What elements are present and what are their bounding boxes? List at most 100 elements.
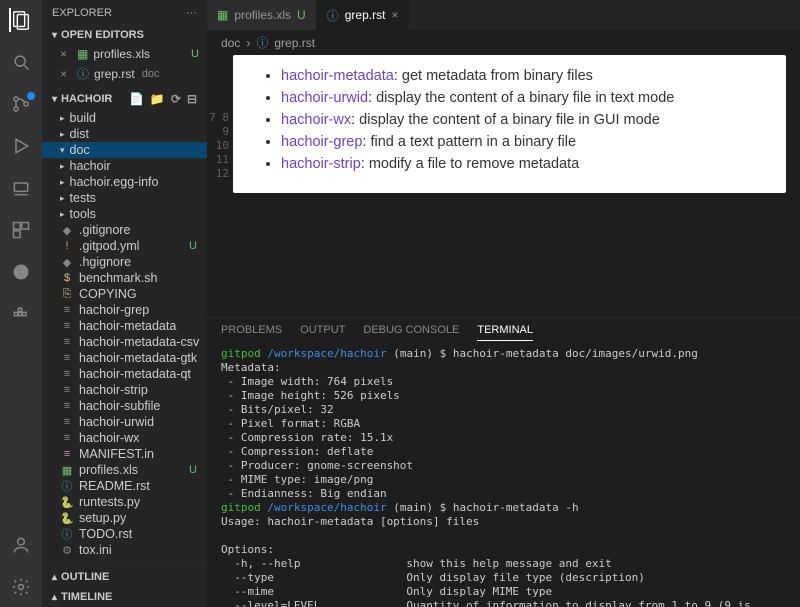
file-item[interactable]: 🐍runtests.py bbox=[42, 494, 207, 510]
panel-tab-output[interactable]: OUTPUT bbox=[300, 324, 345, 341]
file-name: hachoir-metadata-csv bbox=[79, 335, 199, 349]
close-icon[interactable]: × bbox=[60, 67, 72, 81]
open-editor-item[interactable]: × ⓘ grep.rst doc bbox=[42, 63, 207, 84]
file-icon: ▦ bbox=[60, 463, 74, 477]
scm-badge bbox=[27, 92, 35, 100]
explorer-more-icon[interactable]: ⋯ bbox=[186, 6, 197, 19]
account-icon[interactable] bbox=[9, 533, 33, 557]
timeline-section[interactable]: ▸ TIMELINE bbox=[42, 587, 207, 607]
settings-gear-icon[interactable] bbox=[9, 575, 33, 599]
source-control-icon[interactable] bbox=[9, 92, 33, 116]
file-icon: ◆ bbox=[60, 255, 74, 269]
file-icon: ≡ bbox=[60, 319, 74, 333]
file-item[interactable]: ⚙tox.ini bbox=[42, 542, 207, 558]
file-icon: ⓘ bbox=[327, 7, 339, 24]
collapse-icon[interactable]: ⊟ bbox=[187, 92, 197, 106]
search-icon[interactable] bbox=[9, 50, 33, 74]
project-section-header[interactable]: ▾ HACHOIR 📄 📁 ⟳ ⊟ bbox=[42, 88, 207, 110]
doc-text: : modify a file to remove metadata bbox=[361, 156, 579, 172]
tabs-bar: ▦profiles.xlsU ⓘ grep.rst × bbox=[207, 0, 800, 30]
open-editor-item[interactable]: × ▦ profiles.xls U bbox=[42, 45, 207, 63]
file-item[interactable]: ⎘COPYING bbox=[42, 286, 207, 302]
main-editor-area: ▦profiles.xlsU ⓘ grep.rst × doc › ⓘ grep.rs… bbox=[207, 0, 800, 607]
breadcrumb-segment[interactable]: grep.rst bbox=[274, 36, 315, 50]
breadcrumbs[interactable]: doc › ⓘ grep.rst bbox=[207, 30, 800, 55]
folder-item[interactable]: ▸dist bbox=[42, 126, 207, 142]
panel-tab-problems[interactable]: PROBLEMS bbox=[221, 324, 282, 341]
folder-item[interactable]: ▸hachoir.egg-info bbox=[42, 174, 207, 190]
folder-item[interactable]: ▸hachoir bbox=[42, 158, 207, 174]
file-name: hachoir-grep bbox=[79, 303, 149, 317]
run-debug-icon[interactable] bbox=[9, 134, 33, 158]
file-name: hachoir-metadata bbox=[79, 319, 176, 333]
open-editors-section[interactable]: ▾ OPEN EDITORS bbox=[42, 25, 207, 45]
folder-item[interactable]: ▸tests bbox=[42, 190, 207, 206]
editor-tab[interactable]: ⓘ grep.rst × bbox=[317, 0, 410, 30]
folder-item[interactable]: ▾doc bbox=[42, 142, 207, 158]
folder-item[interactable]: ▸tools bbox=[42, 206, 207, 222]
explorer-icon[interactable] bbox=[9, 8, 33, 32]
file-name: TODO.rst bbox=[79, 527, 132, 541]
file-icon: 🐍 bbox=[60, 511, 74, 525]
doc-link[interactable]: hachoir-grep bbox=[281, 134, 362, 150]
open-editors-list: × ▦ profiles.xls U× ⓘ grep.rst doc bbox=[42, 45, 207, 88]
file-item[interactable]: ≡MANIFEST.in bbox=[42, 446, 207, 462]
close-icon[interactable]: × bbox=[60, 47, 72, 61]
explorer-sidebar: EXPLORER ⋯ ▾ OPEN EDITORS × ▦ profiles.x… bbox=[42, 0, 207, 607]
panel-tab-terminal[interactable]: TERMINAL bbox=[477, 324, 533, 341]
file-icon: ⓘ bbox=[60, 479, 74, 493]
file-name: COPYING bbox=[79, 287, 137, 301]
file-item[interactable]: $benchmark.sh bbox=[42, 270, 207, 286]
github-icon[interactable] bbox=[9, 260, 33, 284]
explorer-header: EXPLORER ⋯ bbox=[42, 0, 207, 25]
editor-tab[interactable]: ▦profiles.xlsU bbox=[207, 0, 317, 30]
file-item[interactable]: ≡hachoir-strip bbox=[42, 382, 207, 398]
file-item[interactable]: ⓘTODO.rst bbox=[42, 526, 207, 542]
file-icon: ≡ bbox=[60, 367, 74, 381]
chevron-down-icon: ▾ bbox=[52, 30, 57, 41]
refresh-icon[interactable]: ⟳ bbox=[171, 92, 181, 106]
file-item[interactable]: ≡hachoir-grep bbox=[42, 302, 207, 318]
remote-icon[interactable] bbox=[9, 176, 33, 200]
panel-tab-debug-console[interactable]: DEBUG CONSOLE bbox=[363, 324, 459, 341]
file-icon: ◆ bbox=[60, 223, 74, 237]
new-file-icon[interactable]: 📄 bbox=[129, 92, 144, 106]
file-item[interactable]: ▦ profiles.xls U bbox=[42, 462, 207, 478]
new-folder-icon[interactable]: 📁 bbox=[150, 92, 165, 106]
git-status: U bbox=[189, 464, 201, 476]
editor-area: 7 8 9 10 11 12 hachoir-metadata: get met… bbox=[207, 55, 800, 317]
doc-link[interactable]: hachoir-wx bbox=[281, 112, 351, 128]
docker-icon[interactable] bbox=[9, 302, 33, 326]
file-item[interactable]: ⓘREADME.rst bbox=[42, 478, 207, 494]
doc-list-item: hachoir-grep: find a text pattern in a b… bbox=[281, 131, 786, 153]
file-tree: ▸build▸dist▾doc▸hachoir▸hachoir.egg-info… bbox=[42, 110, 207, 566]
breadcrumb-segment[interactable]: doc bbox=[221, 36, 240, 50]
doc-link[interactable]: hachoir-metadata bbox=[281, 68, 394, 84]
terminal-view[interactable]: gitpod /workspace/hachoir (main) $ hacho… bbox=[207, 341, 800, 607]
file-item[interactable]: ≡hachoir-urwid bbox=[42, 414, 207, 430]
editor-content[interactable]: hachoir-metadata: get metadata from bina… bbox=[233, 55, 800, 317]
folder-name: dist bbox=[70, 127, 89, 141]
file-item[interactable]: ≡hachoir-wx bbox=[42, 430, 207, 446]
file-item[interactable]: ≡hachoir-subfile bbox=[42, 398, 207, 414]
tab-label: grep.rst bbox=[345, 8, 386, 22]
outline-section[interactable]: ▸ OUTLINE bbox=[42, 567, 207, 587]
file-item[interactable]: ≡hachoir-metadata-gtk bbox=[42, 350, 207, 366]
file-item[interactable]: ≡hachoir-metadata-qt bbox=[42, 366, 207, 382]
file-item[interactable]: !.gitpod.ymlU bbox=[42, 238, 207, 254]
file-item[interactable]: ◆.hgignore bbox=[42, 254, 207, 270]
file-icon: $ bbox=[60, 271, 74, 285]
doc-link[interactable]: hachoir-urwid bbox=[281, 90, 368, 106]
file-name: profiles.xls bbox=[79, 463, 138, 477]
file-item[interactable]: ≡ hachoir-metadata bbox=[42, 318, 207, 334]
rendered-doc-preview: hachoir-metadata: get metadata from bina… bbox=[233, 55, 786, 193]
extensions-icon[interactable] bbox=[9, 218, 33, 242]
doc-link[interactable]: hachoir-strip bbox=[281, 156, 361, 172]
file-icon: ≡ bbox=[60, 335, 74, 349]
doc-text: : find a text pattern in a binary file bbox=[362, 134, 576, 150]
close-icon[interactable]: × bbox=[391, 8, 398, 22]
folder-item[interactable]: ▸build bbox=[42, 110, 207, 126]
file-item[interactable]: ≡ hachoir-metadata-csv bbox=[42, 334, 207, 350]
file-item[interactable]: ◆.gitignore bbox=[42, 222, 207, 238]
file-item[interactable]: 🐍setup.py bbox=[42, 510, 207, 526]
